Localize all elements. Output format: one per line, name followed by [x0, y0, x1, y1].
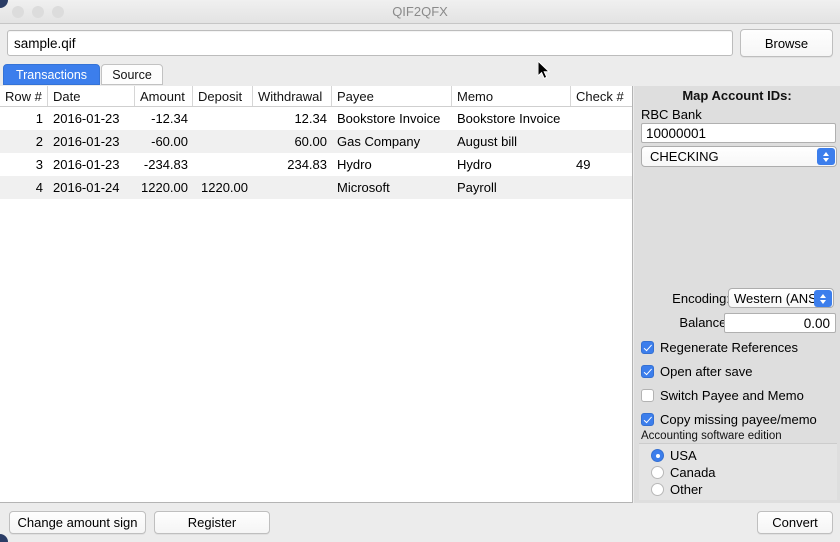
column-header-memo[interactable]: Memo [452, 86, 571, 106]
cell-amount: 1220.00 [141, 180, 188, 195]
checkbox-open-after-save[interactable]: Open after save [641, 363, 753, 380]
table-header-row: Row # Date Amount Deposit Withdrawal Pay… [0, 86, 632, 107]
chevron-updown-icon [814, 290, 832, 307]
radio-unselected-icon [651, 466, 664, 479]
map-account-ids-title: Map Account IDs: [682, 88, 792, 103]
checkbox-label: Copy missing payee/memo [660, 412, 817, 427]
radio-label: USA [670, 448, 697, 463]
cell-payee: Hydro [337, 157, 372, 172]
checkbox-checked-icon [641, 365, 654, 378]
cell-amount: -234.83 [143, 157, 188, 172]
cell-deposit: 1220.00 [201, 180, 248, 195]
radio-canada[interactable]: Canada [651, 464, 716, 481]
column-header-payee[interactable]: Payee [332, 86, 452, 106]
cell-withdrawal: 60.00 [294, 134, 327, 149]
bottom-action-bar: Change amount sign Register Convert [0, 503, 840, 542]
convert-button[interactable]: Convert [757, 511, 833, 534]
checkbox-checked-icon [641, 341, 654, 354]
table-row[interactable]: 2 2016-01-23 -60.00 60.00 Gas Company Au… [0, 130, 632, 153]
radio-label: Other [670, 482, 703, 497]
cell-date: 2016-01-24 [53, 180, 120, 195]
tab-transactions[interactable]: Transactions [3, 64, 100, 85]
cell-check-num [571, 176, 632, 199]
cell-withdrawal: 12.34 [294, 111, 327, 126]
application-window: QIF2QFX sample.qif Browse Transactions S… [0, 0, 840, 542]
account-type-select-value: CHECKING [650, 149, 719, 164]
encoding-label: Encoding: [672, 291, 730, 306]
column-header-amount[interactable]: Amount [135, 86, 193, 106]
radio-selected-icon [651, 449, 664, 462]
file-toolbar: sample.qif Browse [0, 25, 840, 64]
radio-unselected-icon [651, 483, 664, 496]
cell-withdrawal: 234.83 [287, 157, 327, 172]
checkbox-label: Regenerate References [660, 340, 799, 355]
cell-row-num: 2 [35, 134, 43, 149]
encoding-select-value: Western (ANSI) [734, 290, 825, 306]
cell-deposit [193, 130, 253, 153]
cell-deposit [193, 153, 253, 176]
checkbox-regenerate-references[interactable]: Regenerate References [641, 339, 798, 356]
checkbox-copy-missing-payee-memo[interactable]: Copy missing payee/memo [641, 411, 817, 428]
cell-date: 2016-01-23 [53, 111, 120, 126]
radio-label: Canada [670, 465, 716, 480]
column-header-withdrawal[interactable]: Withdrawal [253, 86, 332, 106]
checkbox-unchecked-icon [641, 389, 654, 402]
transactions-table[interactable]: Row # Date Amount Deposit Withdrawal Pay… [0, 86, 633, 503]
chevron-updown-icon [817, 148, 835, 165]
cell-payee: Gas Company [337, 134, 421, 149]
checkbox-label: Open after save [660, 364, 753, 379]
cell-amount: -60.00 [151, 134, 188, 149]
column-header-date[interactable]: Date [48, 86, 135, 106]
radio-other[interactable]: Other [651, 481, 703, 498]
account-type-select[interactable]: CHECKING [641, 146, 837, 167]
table-row[interactable]: 1 2016-01-23 -12.34 12.34 Bookstore Invo… [0, 107, 632, 130]
cell-deposit [193, 107, 253, 130]
encoding-select[interactable]: Western (ANSI) [728, 288, 834, 308]
balance-label: Balance: [679, 315, 730, 330]
cell-check-num: 49 [576, 157, 591, 172]
bank-name-label: RBC Bank [641, 107, 702, 122]
cell-check-num [571, 130, 632, 153]
cell-date: 2016-01-23 [53, 134, 120, 149]
file-path-input[interactable]: sample.qif [7, 30, 733, 56]
table-row[interactable]: 3 2016-01-23 -234.83 234.83 Hydro Hydro … [0, 153, 632, 176]
column-header-deposit[interactable]: Deposit [193, 86, 253, 106]
register-button[interactable]: Register [154, 511, 270, 534]
checkbox-checked-icon [641, 413, 654, 426]
balance-input[interactable]: 0.00 [724, 313, 836, 333]
cell-memo: Hydro [457, 157, 492, 172]
tab-bar: Transactions Source [0, 64, 840, 86]
accounting-edition-radio-group: USA Canada Other [639, 443, 837, 500]
cell-row-num: 4 [35, 180, 43, 195]
column-header-check-num[interactable]: Check # [571, 86, 632, 106]
window-title: QIF2QFX [392, 4, 448, 19]
cell-memo: Bookstore Invoice [457, 111, 561, 126]
cell-date: 2016-01-23 [53, 157, 120, 172]
table-row[interactable]: 4 2016-01-24 1220.00 1220.00 Microsoft P… [0, 176, 632, 199]
cell-amount: -12.34 [151, 111, 188, 126]
browse-button[interactable]: Browse [740, 29, 833, 57]
change-amount-sign-button[interactable]: Change amount sign [9, 511, 146, 534]
cell-withdrawal [253, 176, 332, 199]
tab-source[interactable]: Source [101, 64, 163, 85]
checkbox-switch-payee-and-memo[interactable]: Switch Payee and Memo [641, 387, 804, 404]
cell-memo: Payroll [457, 180, 497, 195]
cell-memo: August bill [457, 134, 517, 149]
account-id-input[interactable]: 10000001 [641, 123, 836, 143]
cell-check-num [571, 107, 632, 130]
cell-payee: Microsoft [337, 180, 390, 195]
cell-row-num: 3 [35, 157, 43, 172]
column-header-row-num[interactable]: Row # [0, 86, 48, 106]
title-bar: QIF2QFX [0, 0, 840, 24]
checkbox-label: Switch Payee and Memo [660, 388, 804, 403]
radio-usa[interactable]: USA [651, 447, 697, 464]
cell-payee: Bookstore Invoice [337, 111, 441, 126]
accounting-edition-label: Accounting software edition [641, 430, 782, 442]
cell-row-num: 1 [35, 111, 43, 126]
